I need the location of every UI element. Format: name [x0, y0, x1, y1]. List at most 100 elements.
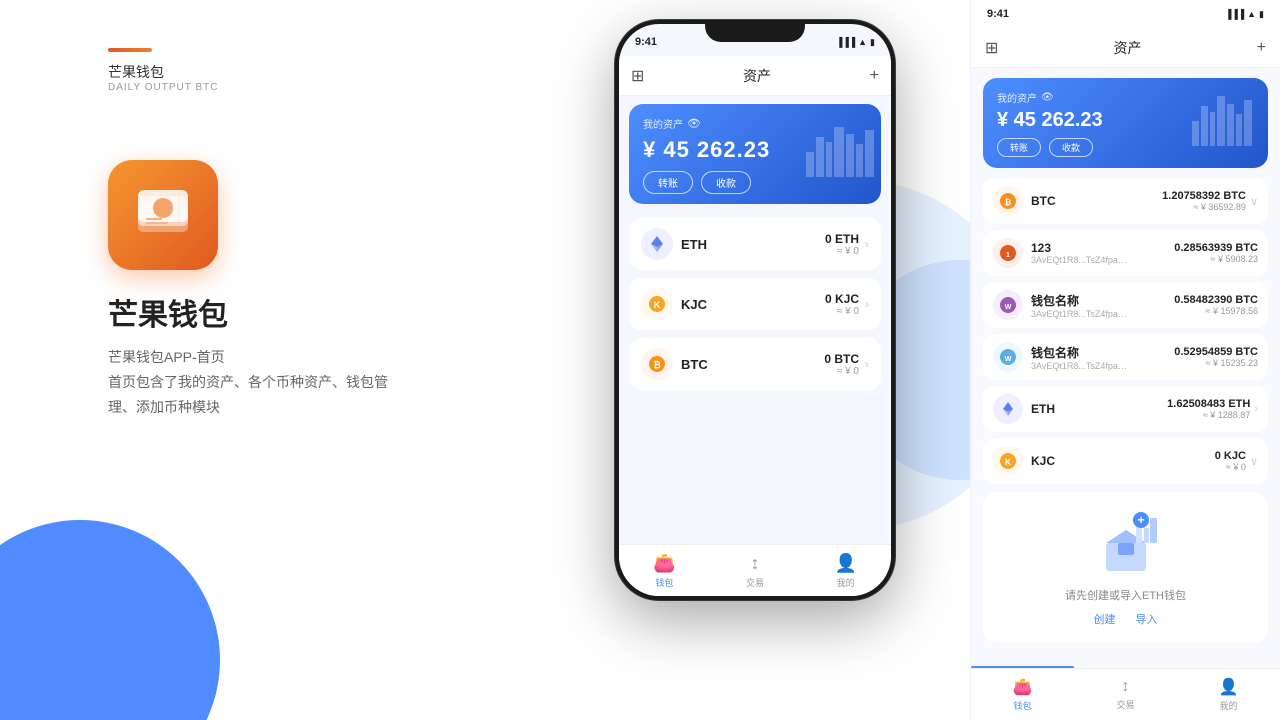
right-wallet2-icon: W [993, 342, 1023, 372]
wifi-icon: ▲ [858, 37, 867, 47]
right-wallet1-balance: 0.58482390 BTC ≈ ¥ 15978.56 [1174, 294, 1258, 316]
tab-trade[interactable]: ↕ 交易 [710, 545, 801, 596]
right-mine-tab-icon: 👤 [1219, 677, 1239, 697]
tab-mine[interactable]: 👤 我的 [800, 545, 891, 596]
right-tab-trade[interactable]: ↕ 交易 [1074, 669, 1177, 720]
app-desc: 芒果钱包APP-首页 首页包含了我的资产、各个币种资产、钱包管 理、添加币种模块 [108, 345, 388, 421]
phone-navbar: ⊞ 资产 + [619, 56, 891, 96]
right-wallet2-info: 钱包名称 3AvEQt1R8...TsZ4fpaRQ [1031, 344, 1174, 371]
coin-list: ETH 0 ETH ≈ ¥ 0 › K KJC [619, 212, 891, 404]
right-coin-wallet2[interactable]: W 钱包名称 3AvEQt1R8...TsZ4fpaRQ 0.52954859 … [983, 334, 1268, 380]
right-tab-mine[interactable]: 👤 我的 [1177, 669, 1280, 720]
svg-text:1: 1 [1006, 252, 1010, 259]
right-kjc-info: KJC [1031, 454, 1215, 468]
battery-icon: ▮ [870, 37, 875, 48]
right-asset-card: 我的资产 👁 ¥ 45 262.23 转账 收款 [983, 78, 1268, 168]
coin-item-eth[interactable]: ETH 0 ETH ≈ ¥ 0 › [629, 218, 881, 270]
receive-button[interactable]: 收款 [701, 171, 751, 194]
svg-text:₿: ₿ [1005, 198, 1012, 207]
right-wifi-icon: ▲ [1247, 9, 1256, 19]
right-wallet1-info: 钱包名称 3AvEQt1R8...TsZ4fpaRQ [1031, 292, 1174, 319]
right-coin-wallet1[interactable]: W 钱包名称 3AvEQt1R8...TsZ4fpaRQ 0.58482390 … [983, 282, 1268, 328]
right-panel: 9:41 ▐▐▐ ▲ ▮ ⊞ 资产 + 我的资产 👁 ¥ 45 262.23 转… [970, 0, 1280, 720]
right-coin-kjc[interactable]: K KJC 0 KJC ≈ ¥ 0 ∨ [983, 438, 1268, 484]
right-btc-info: BTC [1031, 194, 1162, 208]
kjc-arrow: › [865, 297, 869, 311]
grid-icon[interactable]: ⊞ [631, 66, 644, 86]
phone-status-icons: ▐▐▐ ▲ ▮ [836, 37, 875, 48]
btc-arrow: › [865, 357, 869, 371]
trade-tab-icon: ↕ [751, 553, 760, 574]
transfer-button[interactable]: 转账 [643, 171, 693, 194]
bg-circle-bottom [0, 520, 220, 720]
right-btc-icon: ₿ [993, 186, 1023, 216]
app-icon-wrapper [108, 160, 218, 270]
phone-device: 9:41 ▐▐▐ ▲ ▮ ⊞ 资产 + 我的资产 👁 [615, 20, 895, 600]
asset-card: 我的资产 👁 ¥ 45 262.23 转账 收款 [629, 104, 881, 204]
wallet-tab-icon: 👛 [653, 553, 675, 574]
kjc-name: KJC [681, 297, 707, 312]
app-title: 芒果钱包 [108, 290, 228, 334]
right-receive-button[interactable]: 收款 [1049, 138, 1093, 157]
eth-create-link[interactable]: 创建 [1094, 611, 1116, 627]
eth-box-icon: + [999, 508, 1252, 583]
svg-text:W: W [1005, 356, 1012, 363]
right-123-balance: 0.28563939 BTC ≈ ¥ 5908.23 [1174, 242, 1258, 264]
right-transfer-button[interactable]: 转账 [997, 138, 1041, 157]
tab-active-indicator [971, 666, 1074, 668]
right-eth-balance: 1.62508483 ETH ≈ ¥ 1288.87 [1167, 398, 1250, 420]
right-coin-btc[interactable]: ₿ BTC 1.20758392 BTC ≈ ¥ 36592.89 ∨ [983, 178, 1268, 224]
right-add-icon[interactable]: + [1257, 39, 1266, 57]
phone-screen: 9:41 ▐▐▐ ▲ ▮ ⊞ 资产 + 我的资产 👁 [619, 24, 891, 596]
right-btc-arrow: ∨ [1250, 195, 1258, 208]
phone-notch [705, 20, 805, 42]
right-statusbar: 9:41 ▐▐▐ ▲ ▮ [971, 0, 1280, 28]
right-time: 9:41 [987, 8, 1009, 20]
eth-arrow: › [865, 237, 869, 251]
phone-tabs: 👛 钱包 ↕ 交易 👤 我的 [619, 544, 891, 596]
kjc-balance: 0 KJC ≈ ¥ 0 [825, 292, 859, 317]
right-grid-icon[interactable]: ⊞ [985, 38, 998, 58]
right-kjc-icon: K [993, 446, 1023, 476]
right-eth-arrow: › [1254, 403, 1258, 415]
eth-balance: 0 ETH ≈ ¥ 0 [825, 232, 859, 257]
right-wallet-tab-icon: 👛 [1013, 677, 1033, 697]
right-btc-balance: 1.20758392 BTC ≈ ¥ 36592.89 [1162, 190, 1246, 212]
phone-time: 9:41 [635, 36, 657, 48]
right-coin-list: ₿ BTC 1.20758392 BTC ≈ ¥ 36592.89 ∨ 1 12… [971, 178, 1280, 484]
eth-import-link[interactable]: 导入 [1136, 611, 1158, 627]
right-tab-wallet[interactable]: 👛 钱包 [971, 669, 1074, 720]
right-nav-title: 资产 [1114, 38, 1142, 58]
app-icon [108, 160, 218, 270]
right-trade-tab-icon: ↕ [1122, 678, 1130, 696]
middle-section: 9:41 ▐▐▐ ▲ ▮ ⊞ 资产 + 我的资产 👁 [540, 0, 970, 720]
eye-icon[interactable]: 👁 [687, 117, 701, 130]
eth-icon [641, 228, 673, 260]
eth-name: ETH [681, 237, 707, 252]
svg-text:W: W [1005, 304, 1012, 311]
right-123-icon: 1 [993, 238, 1023, 268]
tab-wallet[interactable]: 👛 钱包 [619, 545, 710, 596]
coin-item-btc[interactable]: ₿ BTC 0 BTC ≈ ¥ 0 › [629, 338, 881, 390]
right-coin-eth[interactable]: ETH 1.62508483 ETH ≈ ¥ 1288.87 › [983, 386, 1268, 432]
add-icon[interactable]: + [870, 67, 879, 85]
brand-sub: DAILY OUTPUT BTC [108, 82, 218, 93]
right-coin-123[interactable]: 1 123 3AvEQt1R8...TsZ4fpaRQ 0.28563939 B… [983, 230, 1268, 276]
right-wallet2-balance: 0.52954859 BTC ≈ ¥ 15235.23 [1174, 346, 1258, 368]
svg-text:K: K [654, 300, 661, 310]
right-eth-info: ETH [1031, 402, 1167, 416]
btc-icon: ₿ [641, 348, 673, 380]
svg-text:₿: ₿ [653, 360, 660, 370]
right-navbar: ⊞ 资产 + [971, 28, 1280, 68]
signal-icon: ▐▐▐ [836, 37, 855, 47]
right-eye-icon[interactable]: 👁 [1041, 92, 1054, 103]
right-battery-icon: ▮ [1259, 9, 1264, 20]
coin-item-kjc[interactable]: K KJC 0 KJC ≈ ¥ 0 › [629, 278, 881, 330]
mine-tab-icon: 👤 [834, 553, 856, 574]
right-status-icons: ▐▐▐ ▲ ▮ [1225, 9, 1264, 20]
eth-placeholder-text: 请先创建或导入ETH钱包 [999, 587, 1252, 603]
accent-line [108, 48, 152, 52]
kjc-icon: K [641, 288, 673, 320]
phone-nav-title: 资产 [743, 66, 771, 86]
svg-text:K: K [1005, 458, 1011, 467]
